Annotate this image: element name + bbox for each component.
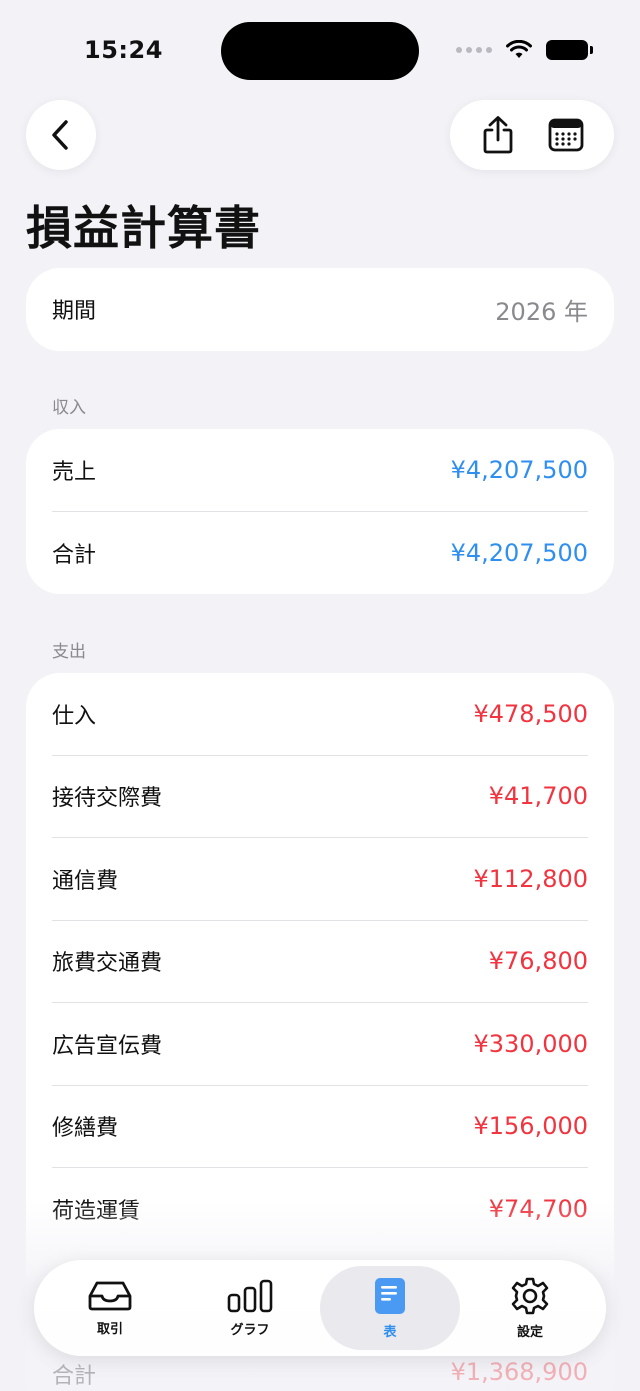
expense-row-value: ¥156,000 (473, 1112, 588, 1141)
tab-label: 取引 (96, 1321, 123, 1337)
dynamic-island (221, 22, 419, 80)
expense-row-value: ¥330,000 (473, 1029, 588, 1058)
status-bar: 15:24 (0, 0, 640, 100)
battery-icon (546, 40, 593, 60)
period-value: 2026 年 (495, 297, 588, 326)
chevron-left-icon (52, 120, 68, 150)
expense-row-value: ¥41,700 (488, 782, 588, 811)
income-total-value: ¥4,207,500 (450, 538, 588, 567)
calendar-button[interactable] (538, 107, 594, 163)
status-time: 15:24 (84, 36, 163, 64)
expense-row[interactable]: 通信費 ¥112,800 (52, 838, 588, 921)
expense-row-label: 修繕費 (52, 1116, 119, 1142)
share-icon (483, 116, 513, 154)
expense-row-label: 荷造運賃 (52, 1199, 141, 1225)
wifi-icon (506, 40, 532, 58)
expense-row[interactable]: 広告宣伝費 ¥330,000 (52, 1003, 588, 1086)
expense-row-label: 通信費 (52, 868, 119, 894)
period-label: 期間 (52, 299, 97, 325)
expense-total-label: 合計 (52, 1364, 97, 1389)
period-card[interactable]: 期間 2026 年 (26, 268, 614, 351)
tab-label: 表 (383, 1324, 397, 1340)
income-section-label: 収入 (52, 398, 86, 418)
toolbar-actions (450, 100, 614, 170)
tab-label: 設定 (516, 1324, 543, 1340)
income-row-value: ¥4,207,500 (450, 455, 588, 484)
expense-row-label: 仕入 (52, 703, 97, 729)
inbox-tray-icon (88, 1281, 132, 1310)
income-row-label: 売上 (52, 459, 97, 485)
expense-section-label: 支出 (52, 642, 86, 662)
expense-row[interactable]: 荷造運賃 ¥74,700 (52, 1168, 588, 1251)
page-title: 損益計算書 (26, 201, 261, 255)
income-total-row: 合計 ¥4,207,500 (52, 512, 588, 595)
tab-transactions[interactable]: 取引 (40, 1266, 180, 1350)
tab-label: グラフ (230, 1322, 270, 1338)
expense-row-label: 広告宣伝費 (52, 1033, 163, 1059)
period-row[interactable]: 期間 2026 年 (52, 268, 588, 351)
income-card: 売上 ¥4,207,500 合計 ¥4,207,500 (26, 429, 614, 594)
expense-row[interactable]: 接待交際費 ¥41,700 (52, 756, 588, 838)
expense-row-label: 接待交際費 (52, 786, 163, 812)
income-row[interactable]: 売上 ¥4,207,500 (52, 429, 588, 512)
tab-settings[interactable]: 設定 (460, 1266, 600, 1350)
expense-row[interactable]: 仕入 ¥478,500 (52, 673, 588, 756)
tab-bar: 取引 グラフ 表 設定 (34, 1260, 606, 1356)
expense-row[interactable]: 旅費交通費 ¥76,800 (52, 921, 588, 1003)
expense-total-row: 合計 ¥1,368,900 (52, 1358, 588, 1390)
share-button[interactable] (470, 107, 526, 163)
income-total-label: 合計 (52, 542, 97, 568)
expense-row-value: ¥76,800 (488, 947, 588, 976)
document-icon (375, 1277, 405, 1314)
status-icons (456, 40, 593, 60)
cellular-signal-icon (456, 47, 492, 53)
calendar-icon (548, 118, 584, 152)
expense-row-value: ¥478,500 (473, 699, 588, 728)
gear-icon (511, 1277, 549, 1314)
expense-row-label: 旅費交通費 (52, 951, 163, 977)
tab-statement[interactable]: 表 (320, 1266, 460, 1350)
expense-row[interactable]: 修繕費 ¥156,000 (52, 1086, 588, 1168)
bar-chart-icon (227, 1279, 273, 1312)
tab-graph[interactable]: グラフ (180, 1266, 320, 1350)
expense-row-value: ¥74,700 (488, 1195, 588, 1224)
expense-total-value: ¥1,368,900 (450, 1358, 588, 1386)
back-button[interactable] (26, 100, 96, 170)
expense-row-value: ¥112,800 (473, 864, 588, 893)
